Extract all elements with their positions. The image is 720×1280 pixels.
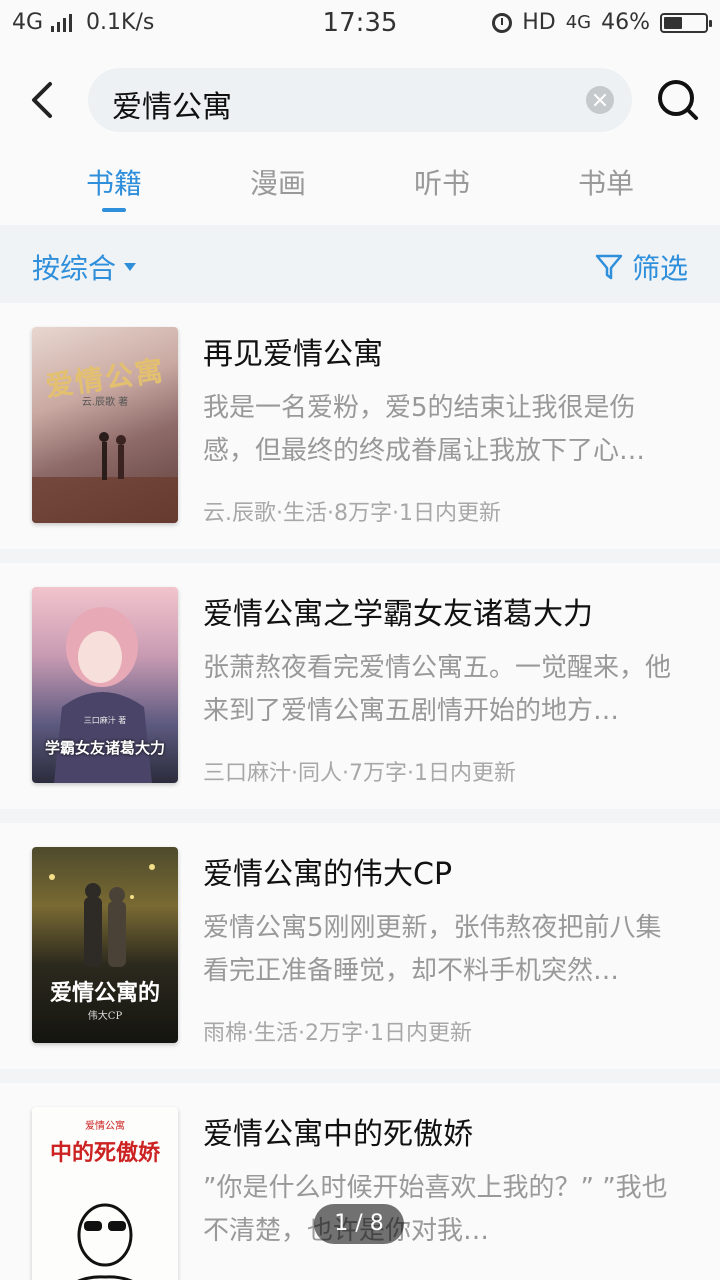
- book-description: 张萧熬夜看完爱情公寓五。一觉醒来，他来到了爱情公寓五剧情开始的地方…: [203, 653, 672, 726]
- header: 爱情公寓 书籍 漫画 听书 书单: [0, 50, 720, 225]
- filter-bar: 按综合 筛选: [0, 225, 720, 303]
- alarm-icon: [492, 12, 513, 33]
- caret-down-icon: [124, 263, 137, 271]
- search-query: 爱情公寓: [112, 90, 232, 125]
- book-cover: 学霸女友诸葛大力 三口麻汁 著: [32, 587, 178, 783]
- cover-author: 伟大CP: [87, 1011, 123, 1022]
- filter-label: 筛选: [631, 252, 688, 285]
- book-card[interactable]: 爱情公寓的 伟大CP 爱情公寓的伟大CP 爱情公寓5刚刚更新，张伟熬夜把前八集看…: [0, 823, 720, 1069]
- page-indicator: 1 / 8: [314, 1204, 404, 1244]
- book-card[interactable]: 爱情公寓 云.辰歌 著 再见爱情公寓 我是一名爱粉，爱5的结束让我很是伤感，但最…: [0, 303, 720, 549]
- book-description: ”你是什么时候开始喜欢上我的？” ”我也不清楚，也许是你对我…: [203, 1173, 668, 1246]
- book-title: 爱情公寓的伟大CP: [203, 857, 453, 892]
- cover-title: 爱情公寓的: [49, 980, 160, 1006]
- book-meta: 云.辰歌·生活·8万字·1日内更新: [203, 501, 501, 526]
- book-card[interactable]: 学霸女友诸葛大力 三口麻汁 著 爱情公寓之学霸女友诸葛大力 张萧熬夜看完爱情公寓…: [0, 563, 720, 809]
- back-arrow-icon: [32, 82, 52, 118]
- clear-icon[interactable]: [586, 86, 614, 114]
- cover-art: [32, 432, 178, 523]
- tab-label: 听书: [413, 167, 470, 200]
- tab-label: 漫画: [249, 167, 306, 200]
- book-description: 我是一名爱粉，爱5的结束让我很是伤感，但最终的终成眷属让我放下了心…: [203, 393, 646, 466]
- tab-audiobooks[interactable]: 听书: [372, 162, 512, 202]
- battery-percent: 46%: [601, 10, 650, 35]
- book-cover: 爱情公寓的 伟大CP: [32, 847, 178, 1043]
- status-bar: 4G 0.1K/s 17:35 HD 4G 46%: [0, 0, 720, 50]
- back-button[interactable]: [16, 72, 72, 128]
- search-input[interactable]: 爱情公寓: [88, 68, 632, 132]
- book-description: 爱情公寓5刚刚更新，张伟熬夜把前八集看完正准备睡觉，却不料手机突然…: [203, 913, 662, 986]
- cover-author: 三口麻汁 著: [83, 716, 127, 725]
- search-icon: [658, 80, 698, 120]
- sort-dropdown[interactable]: 按综合: [32, 247, 137, 287]
- hd-label: HD: [522, 10, 556, 35]
- tab-indicator: [102, 208, 126, 212]
- filter-button[interactable]: 筛选: [594, 247, 688, 287]
- network-right-label: 4G: [565, 12, 592, 33]
- sort-label: 按综合: [32, 252, 117, 285]
- book-cover: 爱情公寓 中的死傲娇: [32, 1107, 178, 1280]
- tab-label: 书籍: [85, 167, 142, 200]
- tab-booklists[interactable]: 书单: [536, 162, 676, 202]
- book-title: 再见爱情公寓: [203, 337, 383, 372]
- search-button[interactable]: [656, 78, 700, 122]
- tab-books[interactable]: 书籍: [44, 162, 184, 212]
- book-title: 爱情公寓中的死傲娇: [203, 1117, 473, 1152]
- funnel-icon: [595, 254, 623, 280]
- book-meta: 三口麻汁·同人·7万字·1日内更新: [203, 761, 516, 786]
- tab-comics[interactable]: 漫画: [208, 162, 348, 202]
- cover-art: [77, 1203, 133, 1280]
- category-tabs: 书籍 漫画 听书 书单: [0, 162, 720, 222]
- book-cover: 爱情公寓 云.辰歌 著: [32, 327, 178, 523]
- battery-icon: [660, 12, 712, 33]
- book-title: 爱情公寓之学霸女友诸葛大力: [203, 597, 593, 632]
- book-meta: 雨棉·生活·2万字·1日内更新: [203, 1021, 472, 1046]
- book-card[interactable]: 爱情公寓 中的死傲娇 爱情公寓中的死傲娇 ”你是什么时候开始喜欢上我的？” ”我…: [0, 1083, 720, 1280]
- cover-title: 学霸女友诸葛大力: [44, 739, 165, 757]
- tab-label: 书单: [577, 167, 634, 200]
